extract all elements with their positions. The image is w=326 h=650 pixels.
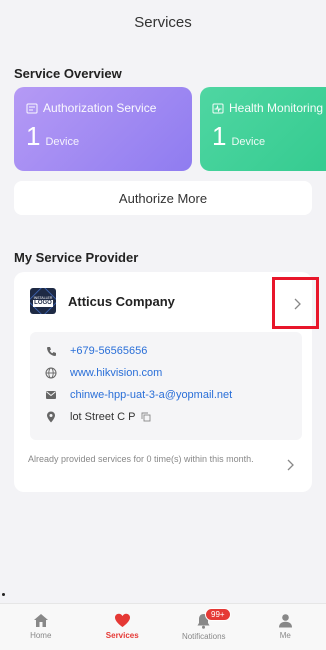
usage-details-chevron[interactable] <box>286 458 294 476</box>
phone-icon <box>44 344 58 358</box>
contact-details: +679-56565656 www.hikvision.com chinwe-h… <box>30 332 302 440</box>
phone-row[interactable]: +679-56565656 <box>44 340 288 362</box>
authorization-device-count: 1 <box>26 121 41 151</box>
authorization-device-unit: Device <box>45 136 80 148</box>
globe-icon <box>44 366 58 380</box>
company-name: Atticus Company <box>68 293 175 309</box>
authorize-more-button[interactable]: Authorize More <box>14 181 312 215</box>
page-title: Services <box>134 14 192 31</box>
notification-badge: 99+ <box>205 608 231 621</box>
location-pin-icon <box>44 410 58 424</box>
address-text: lot Street C P <box>70 411 136 423</box>
tab-services[interactable]: Services <box>82 604 164 650</box>
service-overview-cards: Authorization Service 1 Device Health Mo… <box>14 87 326 171</box>
health-monitor-icon <box>212 103 224 113</box>
copy-icon[interactable] <box>141 412 151 422</box>
authorization-service-card[interactable]: Authorization Service 1 Device <box>14 87 192 171</box>
health-device-count: 1 <box>212 121 227 151</box>
home-icon <box>33 614 48 627</box>
authorization-service-label: Authorization Service <box>43 101 157 115</box>
website-link[interactable]: www.hikvision.com <box>70 367 162 379</box>
company-logo: INSTALLER LOGO <box>30 288 56 314</box>
chevron-right-icon <box>287 459 294 471</box>
tab-home[interactable]: Home <box>0 604 82 650</box>
email-row[interactable]: chinwe-hpp-uat-3-a@yopmail.net <box>44 384 288 406</box>
phone-link[interactable]: +679-56565656 <box>70 345 147 357</box>
service-usage-note: Already provided services for 0 time(s) … <box>28 454 254 464</box>
email-link[interactable]: chinwe-hpp-uat-3-a@yopmail.net <box>70 389 232 401</box>
health-monitoring-card[interactable]: Health Monitoring 1 Device <box>200 87 326 171</box>
health-monitoring-label: Health Monitoring <box>229 101 324 115</box>
health-device-unit: Device <box>231 136 266 148</box>
provider-header: INSTALLER LOGO Atticus Company <box>30 286 300 316</box>
service-overview-title: Service Overview <box>14 66 122 81</box>
bottom-tab-bar: Home Services 99+ Notifications Me <box>0 603 326 650</box>
person-icon <box>278 614 292 628</box>
service-provider-card: INSTALLER LOGO Atticus Company +679-5656… <box>14 272 312 492</box>
website-row[interactable]: www.hikvision.com <box>44 362 288 384</box>
mail-icon <box>44 388 58 402</box>
tab-me[interactable]: Me <box>245 604 326 650</box>
highlight-annotation-box <box>272 277 319 329</box>
address-row: lot Street C P <box>44 406 288 428</box>
service-provider-title: My Service Provider <box>14 250 139 265</box>
stray-dot <box>2 593 5 596</box>
tab-notifications[interactable]: 99+ Notifications <box>163 604 245 650</box>
id-card-icon <box>26 103 38 113</box>
heart-icon <box>114 613 130 627</box>
